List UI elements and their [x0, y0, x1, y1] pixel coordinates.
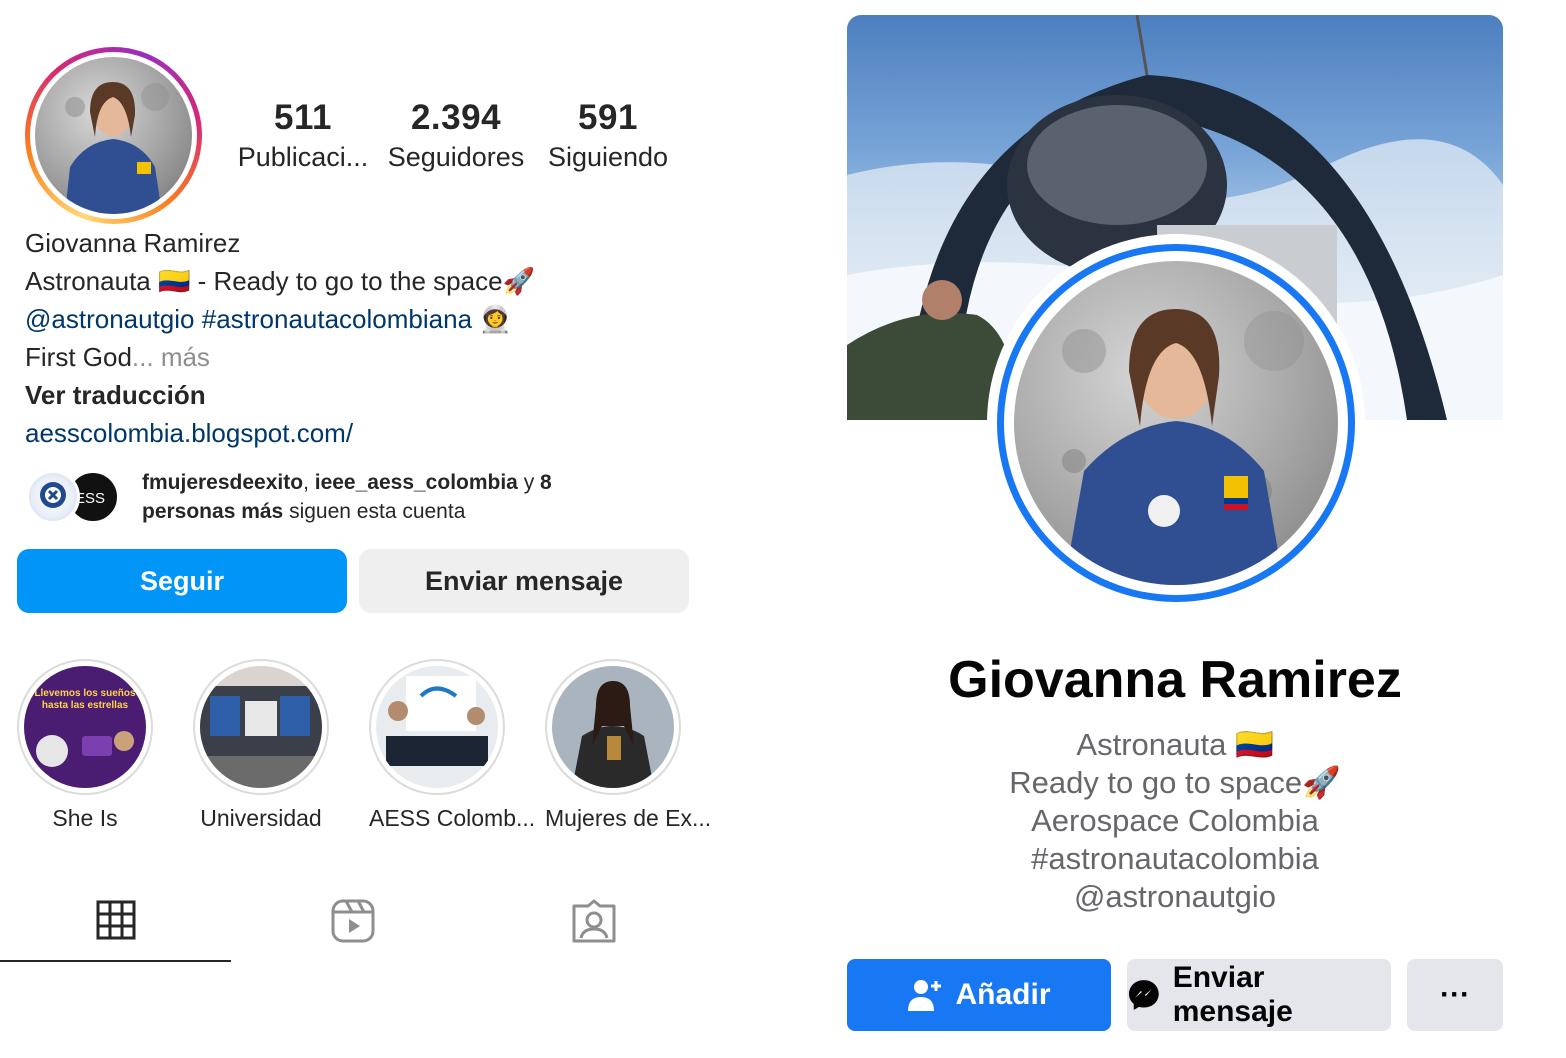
highlight-label: Universidad: [200, 805, 322, 831]
bio-line: Astronauta 🇨🇴: [1076, 727, 1274, 762]
add-friend-icon: [908, 980, 942, 1011]
reels-icon: [331, 899, 374, 943]
followed-by[interactable]: ESS fmujeresdeexito, ieee_aess_colombia …: [26, 468, 552, 526]
followers-count: 2.394: [410, 98, 502, 137]
highlight-item[interactable]: AESS Colomb...: [369, 659, 536, 832]
highlight-cover: Llevemos los sueños hasta las estrellas: [24, 666, 146, 788]
following-label: Siguiendo: [547, 142, 669, 172]
highlight-item[interactable]: Mujeres de Ex...: [545, 659, 712, 832]
bio-tags: @astronautgio #astronautacolombiana 👩‍🚀: [25, 300, 705, 338]
bio-line: Astronauta 🇨🇴 - Ready to go to the space…: [25, 266, 535, 296]
bio-line: Aerospace Colombia: [1031, 803, 1319, 838]
profile-avatar: [1014, 261, 1338, 585]
posts-label: Publicaci...: [237, 142, 369, 172]
followed-suffix: siguen esta cuenta: [283, 500, 466, 523]
more-icon: ···: [1440, 978, 1470, 1011]
following-stat[interactable]: 591 Siguiendo: [536, 98, 680, 173]
posts-count: 511: [274, 98, 332, 137]
message-button[interactable]: Enviar mensaje: [359, 549, 689, 613]
add-friend-button[interactable]: Añadir: [847, 959, 1111, 1031]
profile-bio: Giovanna Ramirez Astronauta 🇨🇴 - Ready t…: [25, 224, 705, 452]
message-button[interactable]: Enviar mensaje: [1127, 959, 1391, 1031]
tab-reels[interactable]: [237, 880, 468, 962]
others-label: personas más: [142, 500, 284, 523]
profile-avatar[interactable]: [35, 57, 192, 214]
grid-icon: [96, 900, 135, 940]
profile-name: Giovanna Ramirez: [948, 651, 1402, 709]
follower-name: fmujeresdeexito: [142, 471, 304, 494]
more-link[interactable]: ... más: [132, 342, 210, 372]
followers-stat[interactable]: 2.394 Seguidores: [376, 98, 536, 173]
profile-tabs: [0, 880, 720, 962]
profile-bio: Astronauta 🇨🇴 Ready to go to space🚀 Aero…: [846, 726, 1504, 916]
message-label: Enviar mensaje: [1172, 961, 1293, 1028]
tagged-icon: [572, 899, 615, 943]
messenger-icon: [1128, 980, 1159, 1010]
profile-name: Giovanna Ramirez: [25, 228, 241, 258]
bio-text: First God: [25, 342, 132, 372]
hashtag-link[interactable]: #astronautacolombiana: [202, 304, 472, 334]
highlight-text: hasta las estrellas: [42, 700, 129, 711]
instagram-profile: 511 Publicaci... 2.394 Seguidores 591 Si…: [0, 0, 720, 1058]
bio-line: Ready to go to space🚀: [1009, 765, 1341, 800]
highlight-label: AESS Colomb...: [369, 805, 536, 831]
facebook-profile: Giovanna Ramirez Astronauta 🇨🇴 Ready to …: [846, 14, 1504, 1044]
highlight-cover: [552, 666, 674, 788]
separator: ,: [303, 471, 315, 494]
profile-picture[interactable]: [987, 234, 1365, 612]
story-ring[interactable]: [25, 47, 202, 224]
bio-line: @astronautgio: [1073, 879, 1277, 914]
followers-label: Seguidores: [387, 142, 525, 172]
posts-stat[interactable]: 511 Publicaci...: [230, 98, 376, 173]
translate-link[interactable]: Ver traducción: [25, 376, 705, 414]
follower-name: ieee_aess_colombia: [314, 471, 518, 494]
follow-button[interactable]: Seguir: [17, 549, 347, 613]
highlight-item[interactable]: Llevemos los sueños hasta las estrellas …: [17, 659, 153, 832]
highlight-item[interactable]: Universidad: [193, 659, 329, 832]
follower-count: 8: [540, 471, 552, 494]
tab-posts[interactable]: [0, 880, 231, 962]
conjunction: y: [517, 471, 541, 494]
following-count: 591: [578, 98, 638, 137]
mention-link[interactable]: @astronautgio: [25, 304, 195, 334]
astronaut-emoji: 👩‍🚀: [479, 304, 512, 334]
website-link[interactable]: aesscolombia.blogspot.com/: [25, 414, 705, 452]
more-options-button[interactable]: ···: [1407, 959, 1503, 1031]
follower-avatar: [26, 470, 80, 524]
highlight-cover: [376, 666, 498, 788]
profile-stats: 511 Publicaci... 2.394 Seguidores 591 Si…: [230, 98, 680, 173]
bio-line: #astronautacolombia: [1031, 841, 1319, 876]
highlight-label: She Is: [52, 805, 118, 831]
highlight-label: Mujeres de Ex...: [545, 805, 712, 831]
add-friend-label: Añadir: [955, 978, 1051, 1011]
bio-truncated: First God... más: [25, 338, 705, 376]
highlight-cover: [200, 666, 322, 788]
tab-tagged[interactable]: [478, 880, 709, 962]
highlight-text: Llevemos los sueños: [34, 688, 136, 699]
followed-by-text: fmujeresdeexito, ieee_aess_colombia y 8 …: [142, 468, 552, 526]
